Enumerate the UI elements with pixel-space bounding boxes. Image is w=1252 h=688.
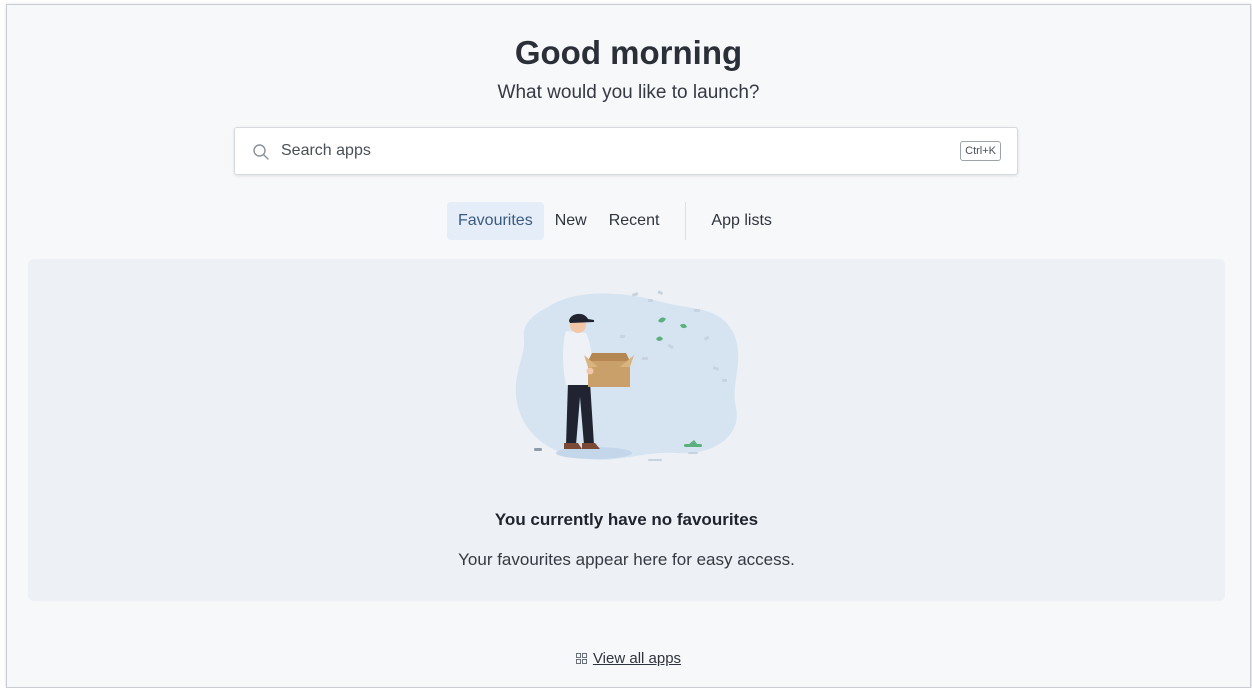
- favourites-panel: You currently have no favourites Your fa…: [28, 259, 1225, 601]
- view-all-apps-row: View all apps: [7, 649, 1250, 669]
- greeting-heading: Good morning: [514, 34, 743, 71]
- keyboard-shortcut-hint: Ctrl+K: [960, 141, 1001, 161]
- launch-subtitle: What would you like to launch?: [497, 82, 760, 103]
- tab-bar: Favourites New Recent App lists: [447, 202, 783, 240]
- tab-app-lists[interactable]: App lists: [700, 202, 782, 240]
- person-holding-box-illustration: [515, 290, 739, 461]
- launcher-window: Good morning What would you like to laun…: [6, 4, 1251, 688]
- search-box[interactable]: Ctrl+K: [234, 127, 1018, 175]
- empty-state-description: Your favourites appear here for easy acc…: [458, 550, 795, 569]
- grid-icon: [575, 653, 587, 664]
- search-input[interactable]: [281, 138, 921, 164]
- tab-divider: [685, 202, 687, 240]
- empty-state-title: You currently have no favourites: [494, 510, 759, 529]
- tab-favourites[interactable]: Favourites: [447, 202, 544, 240]
- search-icon: [253, 144, 269, 160]
- tab-recent[interactable]: Recent: [598, 202, 671, 240]
- view-all-apps-link[interactable]: View all apps: [593, 650, 681, 667]
- tab-new[interactable]: New: [544, 202, 598, 240]
